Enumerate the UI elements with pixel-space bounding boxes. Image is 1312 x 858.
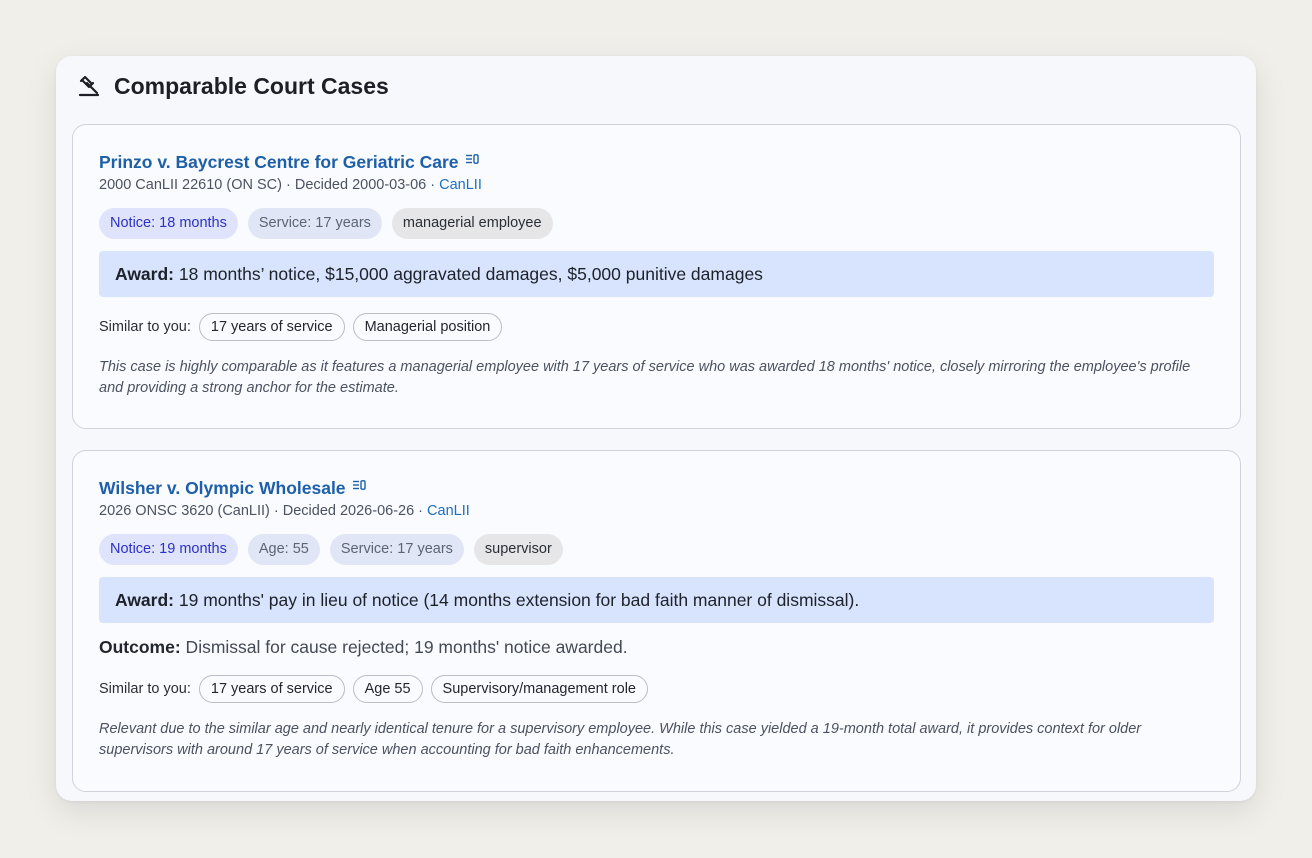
award-text: 18 months’ notice, $15,000 aggravated da…	[174, 264, 763, 284]
case-tags: Notice: 18 months Service: 17 years mana…	[99, 208, 1214, 239]
similarity-chip: Supervisory/management role	[430, 675, 648, 703]
similarity-chip: Managerial position	[352, 313, 503, 341]
similarity-chip: Age 55	[352, 675, 423, 703]
outcome-text: Dismissal for cause rejected; 19 months'…	[180, 637, 628, 657]
comparable-cases-panel: Comparable Court Cases Prinzo v. Baycres…	[56, 56, 1256, 801]
canlii-link[interactable]: CanLII	[427, 503, 470, 519]
case-citation: 2000 CanLII 22610 (ON SC) · Decided 2000…	[99, 177, 1214, 197]
citation-icon[interactable]	[465, 153, 479, 167]
case-rationale: This case is highly comparable as it fea…	[99, 359, 1191, 396]
role-tag: supervisor	[473, 534, 563, 565]
case-outcome: Outcome: Dismissal for cause rejected; 1…	[99, 635, 1214, 659]
similar-row: Similar to you: 17 years of service Age …	[99, 675, 1214, 703]
role-tag: managerial employee	[391, 208, 553, 239]
similar-label: Similar to you:	[99, 681, 191, 697]
award-text: 19 months' pay in lieu of notice (14 mon…	[174, 590, 860, 610]
award-box: Award: 18 months’ notice, $15,000 aggrav…	[99, 251, 1214, 297]
citation-text: 2000 CanLII 22610 (ON SC) · Decided 2000…	[99, 177, 440, 193]
similarity-chip: 17 years of service	[198, 313, 345, 341]
similar-row: Similar to you: 17 years of service Mana…	[99, 313, 1214, 341]
case-card: Prinzo v. Baycrest Centre for Geriatric …	[72, 124, 1241, 429]
notice-tag: Notice: 18 months	[99, 208, 238, 239]
case-title-link[interactable]: Wilsher v. Olympic Wholesale	[99, 478, 346, 499]
case-tags: Notice: 19 months Age: 55 Service: 17 ye…	[99, 534, 1214, 565]
case-title-link[interactable]: Prinzo v. Baycrest Centre for Geriatric …	[99, 152, 459, 173]
citation-text: 2026 ONSC 3620 (CanLII) · Decided 2026-0…	[99, 503, 428, 519]
similar-label: Similar to you:	[99, 319, 191, 335]
canlii-link[interactable]: CanLII	[439, 177, 482, 193]
service-tag: Service: 17 years	[329, 534, 464, 565]
panel-header: Comparable Court Cases	[76, 70, 389, 102]
case-citation: 2026 ONSC 3620 (CanLII) · Decided 2026-0…	[99, 503, 1214, 523]
panel-title: Comparable Court Cases	[114, 72, 389, 99]
case-rationale: Relevant due to the similar age and near…	[99, 721, 1142, 758]
case-title-row: Wilsher v. Olympic Wholesale	[99, 477, 1214, 499]
award-label: Award:	[115, 264, 174, 284]
case-card: Wilsher v. Olympic Wholesale 2026 ONSC 3…	[72, 450, 1241, 792]
citation-icon[interactable]	[352, 479, 366, 493]
award-box: Award: 19 months' pay in lieu of notice …	[99, 577, 1214, 623]
outcome-label: Outcome:	[99, 637, 181, 657]
gavel-icon	[76, 73, 102, 99]
case-title-row: Prinzo v. Baycrest Centre for Geriatric …	[99, 151, 1214, 173]
similarity-chip: 17 years of service	[198, 675, 345, 703]
age-tag: Age: 55	[247, 534, 320, 565]
notice-tag: Notice: 19 months	[99, 534, 238, 565]
service-tag: Service: 17 years	[247, 208, 382, 239]
award-label: Award:	[115, 590, 174, 610]
